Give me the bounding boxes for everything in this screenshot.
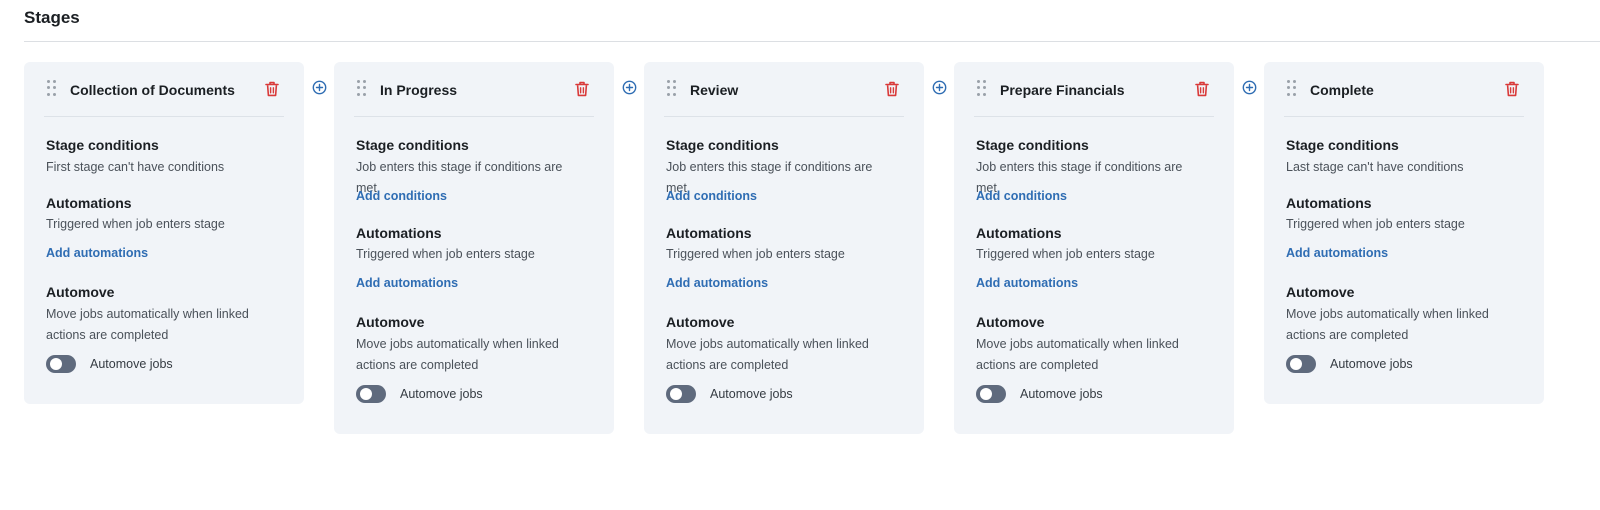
add-stage-button[interactable] <box>311 79 327 95</box>
trash-icon <box>265 81 279 97</box>
card-divider <box>664 116 904 117</box>
card-divider <box>1284 116 1524 117</box>
stage-conditions-title: Stage conditions <box>1286 137 1399 153</box>
plus-circle-icon <box>1242 80 1256 94</box>
plus-circle-icon <box>312 80 326 94</box>
add-conditions-link[interactable]: Add conditions <box>666 189 757 203</box>
add-automations-link[interactable]: Add automations <box>1286 246 1388 260</box>
stage-name: In Progress <box>380 82 458 98</box>
stage-card-5: Complete Stage conditions Last stage can… <box>1264 62 1544 404</box>
stage-name: Review <box>690 82 739 98</box>
automations-title: Automations <box>666 225 752 241</box>
automove-description: Move jobs automatically when linked acti… <box>666 337 869 372</box>
card-divider <box>354 116 594 117</box>
drag-handle-icon[interactable] <box>667 80 677 96</box>
delete-stage-button[interactable] <box>883 79 901 99</box>
plus-circle-icon <box>932 80 946 94</box>
delete-stage-button[interactable] <box>573 79 591 99</box>
automations-description: Triggered when job enters stage <box>356 247 535 261</box>
delete-stage-button[interactable] <box>1193 79 1211 99</box>
automations-title: Automations <box>356 225 442 241</box>
add-automations-link[interactable]: Add automations <box>46 246 148 260</box>
drag-handle-icon[interactable] <box>47 80 57 96</box>
automove-toggle-label: Automove jobs <box>1020 387 1103 401</box>
stage-name: Collection of Documents <box>70 82 235 98</box>
automove-title: Automove <box>46 284 115 300</box>
delete-stage-button[interactable] <box>263 79 281 99</box>
automove-toggle[interactable] <box>976 385 1006 403</box>
title-divider <box>24 41 1600 42</box>
add-stage-button[interactable] <box>931 79 947 95</box>
automove-description: Move jobs automatically when linked acti… <box>976 337 1179 372</box>
automove-title: Automove <box>1286 284 1355 300</box>
automove-toggle-label: Automove jobs <box>400 387 483 401</box>
automove-toggle-label: Automove jobs <box>1330 357 1413 371</box>
page-title: Stages <box>24 8 80 27</box>
automove-toggle[interactable] <box>666 385 696 403</box>
stages-page: Stages Collection of Documents Stage con… <box>0 0 1600 510</box>
automove-description: Move jobs automatically when linked acti… <box>1286 307 1489 342</box>
automations-title: Automations <box>976 225 1062 241</box>
drag-handle-icon[interactable] <box>1287 80 1297 96</box>
stage-card-header: Collection of Documents <box>24 62 304 117</box>
add-automations-link[interactable]: Add automations <box>356 276 458 290</box>
stage-card-3: Review Stage conditions Job enters this … <box>644 62 924 434</box>
automations-description: Triggered when job enters stage <box>1286 217 1465 231</box>
add-automations-link[interactable]: Add automations <box>666 276 768 290</box>
card-divider <box>974 116 1214 117</box>
trash-icon <box>575 81 589 97</box>
automove-toggle[interactable] <box>356 385 386 403</box>
delete-stage-button[interactable] <box>1503 79 1521 99</box>
stage-card-header: Prepare Financials <box>954 62 1234 117</box>
trash-icon <box>1195 81 1209 97</box>
stage-conditions-description: First stage can't have conditions <box>46 160 225 174</box>
stage-conditions-title: Stage conditions <box>46 137 159 153</box>
automations-title: Automations <box>1286 195 1372 211</box>
automations-description: Triggered when job enters stage <box>976 247 1155 261</box>
automove-toggle-label: Automove jobs <box>710 387 793 401</box>
automove-title: Automove <box>666 314 735 330</box>
stage-card-2: In Progress Stage conditions Job enters … <box>334 62 614 434</box>
trash-icon <box>885 81 899 97</box>
stage-conditions-title: Stage conditions <box>976 137 1089 153</box>
automove-toggle[interactable] <box>46 355 76 373</box>
add-automations-link[interactable]: Add automations <box>976 276 1078 290</box>
stage-card-1: Collection of Documents Stage conditions… <box>24 62 304 404</box>
stage-card-header: Complete <box>1264 62 1544 117</box>
automations-description: Triggered when job enters stage <box>666 247 845 261</box>
add-stage-button[interactable] <box>1241 79 1257 95</box>
card-divider <box>44 116 284 117</box>
automove-toggle-label: Automove jobs <box>90 357 173 371</box>
trash-icon <box>1505 81 1519 97</box>
stage-card-4: Prepare Financials Stage conditions Job … <box>954 62 1234 434</box>
add-conditions-link[interactable]: Add conditions <box>356 189 447 203</box>
stage-card-header: Review <box>644 62 924 117</box>
automations-description: Triggered when job enters stage <box>46 217 225 231</box>
automove-toggle[interactable] <box>1286 355 1316 373</box>
automove-title: Automove <box>976 314 1045 330</box>
add-stage-button[interactable] <box>621 79 637 95</box>
stage-conditions-title: Stage conditions <box>666 137 779 153</box>
add-conditions-link[interactable]: Add conditions <box>976 189 1067 203</box>
drag-handle-icon[interactable] <box>357 80 367 96</box>
automove-description: Move jobs automatically when linked acti… <box>356 337 559 372</box>
stage-conditions-title: Stage conditions <box>356 137 469 153</box>
drag-handle-icon[interactable] <box>977 80 987 96</box>
stage-card-header: In Progress <box>334 62 614 117</box>
plus-circle-icon <box>622 80 636 94</box>
stage-name: Prepare Financials <box>1000 82 1125 98</box>
stage-name: Complete <box>1310 82 1374 98</box>
automove-title: Automove <box>356 314 425 330</box>
automove-description: Move jobs automatically when linked acti… <box>46 307 249 342</box>
automations-title: Automations <box>46 195 132 211</box>
stage-conditions-description: Last stage can't have conditions <box>1286 160 1464 174</box>
